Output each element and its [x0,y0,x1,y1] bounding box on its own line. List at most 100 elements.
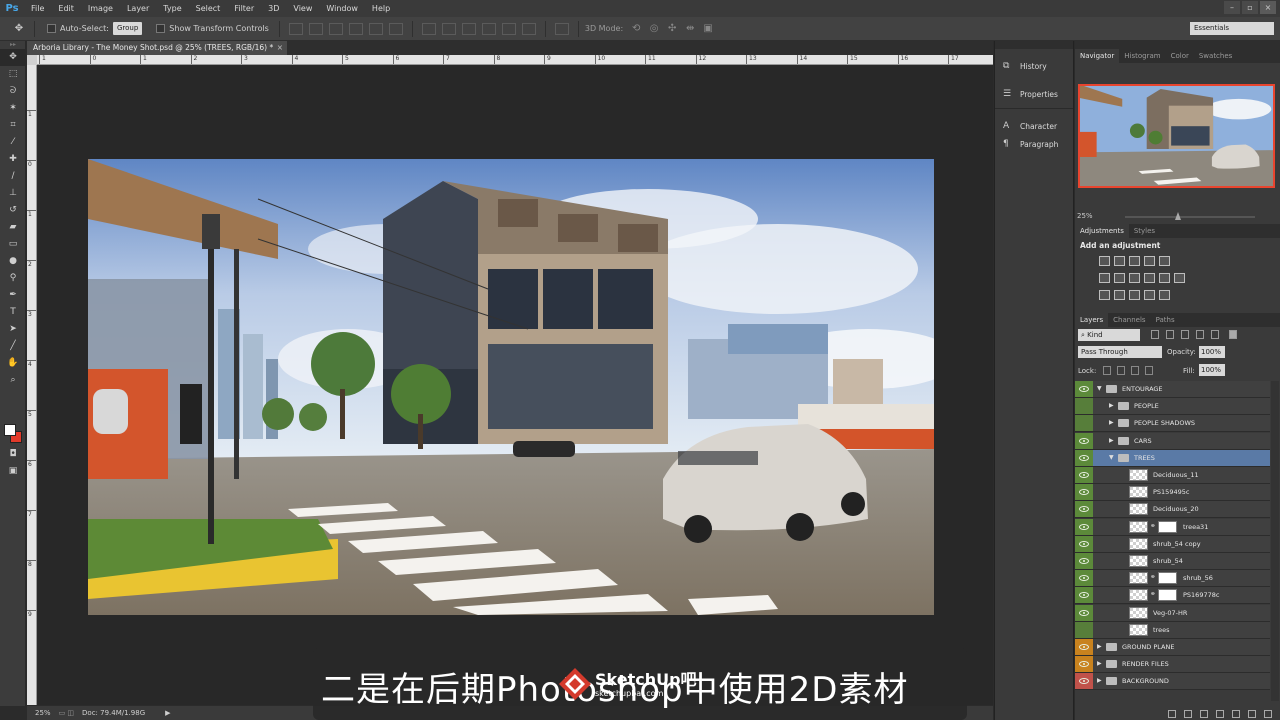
fill-field[interactable]: 100% [1199,364,1225,376]
filter-toggle-icon[interactable] [1229,330,1237,339]
brightness-icon[interactable] [1099,256,1110,266]
curves-icon[interactable] [1129,256,1140,266]
photo-filter-icon[interactable] [1144,273,1155,283]
visibility-toggle[interactable] [1075,604,1093,621]
align-left-icon[interactable] [348,22,363,35]
layer-thumbnail[interactable] [1129,606,1148,619]
layer-thumbnail[interactable] [1129,572,1148,585]
mask-link-icon[interactable]: ⚭ [1150,522,1156,530]
tab-layers[interactable]: Layers [1075,313,1109,327]
menu-edit[interactable]: Edit [51,0,81,17]
auto-select-dropdown[interactable]: Group [112,22,143,35]
properties-panel-button[interactable]: ☰ Properties [995,85,1073,103]
dodge-tool-icon[interactable]: ⚲ [0,270,26,287]
vibrance-icon[interactable] [1159,256,1170,266]
canvas-area[interactable] [37,65,993,705]
auto-align-icon[interactable] [554,22,569,35]
layer-thumbnail[interactable] [1129,503,1148,516]
align-vcenter-icon[interactable] [308,22,323,35]
expand-arrow-icon[interactable]: ▶ [1097,643,1102,650]
ruler-origin[interactable] [27,55,37,65]
move-tool-icon[interactable]: ✥ [10,21,28,37]
collapse-arrow-icon[interactable]: ▼ [1097,385,1102,392]
3d-roll-icon[interactable]: ◎ [645,21,663,37]
expand-arrow-icon[interactable]: ▶ [1097,660,1102,667]
menu-filter[interactable]: Filter [227,0,261,17]
posterize-icon[interactable] [1114,290,1125,300]
invert-icon[interactable] [1099,290,1110,300]
crop-tool-icon[interactable]: ⌗ [0,117,26,134]
zoom-level[interactable]: 25% [35,709,51,717]
distribute-top-icon[interactable] [421,22,436,35]
lock-all-icon[interactable] [1145,366,1153,375]
layer-row[interactable]: ⚭ treea31 [1075,518,1270,536]
mask-link-icon[interactable]: ⚭ [1150,590,1156,598]
visibility-toggle[interactable] [1075,415,1093,432]
navigator-view-frame[interactable] [1078,84,1275,188]
distribute-bottom-icon[interactable] [461,22,476,35]
status-menu-arrow-icon[interactable]: ▶ [165,709,170,717]
layer-filter-dropdown[interactable]: ⌕ Kind [1078,329,1140,341]
visibility-toggle[interactable] [1075,518,1093,535]
expand-arrow-icon[interactable]: ▶ [1109,437,1114,444]
layer-style-icon[interactable] [1184,710,1192,718]
minimize-button[interactable]: – [1224,1,1240,14]
lasso-tool-icon[interactable]: ᘐ [0,83,26,100]
gradient-tool-icon[interactable]: ▭ [0,236,26,253]
close-document-icon[interactable]: × [277,41,283,55]
clone-stamp-tool-icon[interactable]: ⊥ [0,185,26,202]
tab-channels[interactable]: Channels [1108,313,1150,327]
visibility-toggle[interactable] [1075,467,1093,483]
path-selection-tool-icon[interactable]: ➤ [0,321,26,338]
menu-window[interactable]: Window [319,0,365,17]
history-brush-tool-icon[interactable]: ↺ [0,202,26,219]
tab-swatches[interactable]: Swatches [1194,49,1237,63]
visibility-toggle[interactable] [1075,570,1093,587]
show-transform-checkbox[interactable] [156,24,166,33]
filter-type-icon[interactable] [1181,330,1189,339]
layer-row[interactable]: Deciduous_20 [1075,501,1270,519]
line-tool-icon[interactable]: ╱ [0,338,26,355]
3d-orbit-icon[interactable]: ⟲ [627,21,645,37]
visibility-toggle[interactable] [1075,587,1093,604]
move-tool-icon[interactable]: ✥ [0,49,26,66]
pen-tool-icon[interactable]: ✒ [0,287,26,304]
visibility-toggle[interactable] [1075,432,1093,449]
horizontal-ruler[interactable]: 1 0 1 2 3 4 5 6 7 8 9 10 11 12 13 14 15 16 17 [37,55,993,65]
hue-saturation-icon[interactable] [1099,273,1110,283]
align-top-icon[interactable] [288,22,303,35]
selective-color-icon[interactable] [1144,290,1155,300]
magic-wand-tool-icon[interactable]: ✶ [0,100,26,117]
tab-navigator[interactable]: Navigator [1075,49,1120,63]
visibility-toggle[interactable] [1075,501,1093,518]
layer-row[interactable]: ⚭ shrub_56 [1075,570,1270,588]
expand-arrow-icon[interactable]: ▶ [1109,402,1114,409]
workspace-dropdown[interactable]: Essentials [1190,22,1274,35]
gradient-map-icon[interactable] [1159,290,1170,300]
visibility-toggle[interactable] [1075,449,1093,466]
collapse-arrow-icon[interactable]: ▼ [1109,454,1114,461]
expand-arrow-icon[interactable]: ▶ [1109,419,1114,426]
channel-mixer-icon[interactable] [1159,273,1170,283]
layer-group-row[interactable]: ▼ TREES [1075,449,1270,467]
new-group-icon[interactable] [1232,710,1240,718]
navigator-zoom-value[interactable]: 25% [1077,212,1093,220]
character-panel-button[interactable]: A Character [995,117,1073,135]
3d-scale-icon[interactable]: ▣ [699,21,717,37]
menu-layer[interactable]: Layer [120,0,156,17]
filter-shape-icon[interactable] [1196,330,1204,339]
document-tab[interactable]: Arboria Library - The Money Shot.psd @ 2… [27,41,287,55]
distribute-left-icon[interactable] [481,22,496,35]
3d-slide-icon[interactable]: ⇹ [681,21,699,37]
layer-thumbnail[interactable] [1129,486,1148,499]
expand-arrow-icon[interactable]: ▶ [1097,677,1102,684]
layer-mask-thumbnail[interactable] [1158,520,1177,533]
layer-group-row[interactable]: ▶ PEOPLE SHADOWS [1075,415,1270,433]
distribute-right-icon[interactable] [521,22,536,35]
tab-adjustments[interactable]: Adjustments [1075,224,1129,238]
hand-tool-icon[interactable]: ✋ [0,355,26,372]
blend-mode-dropdown[interactable]: Pass Through [1078,346,1162,358]
align-right-icon[interactable] [388,22,403,35]
layer-thumbnail[interactable] [1129,537,1148,550]
layer-row[interactable]: shrub_54 [1075,553,1270,570]
